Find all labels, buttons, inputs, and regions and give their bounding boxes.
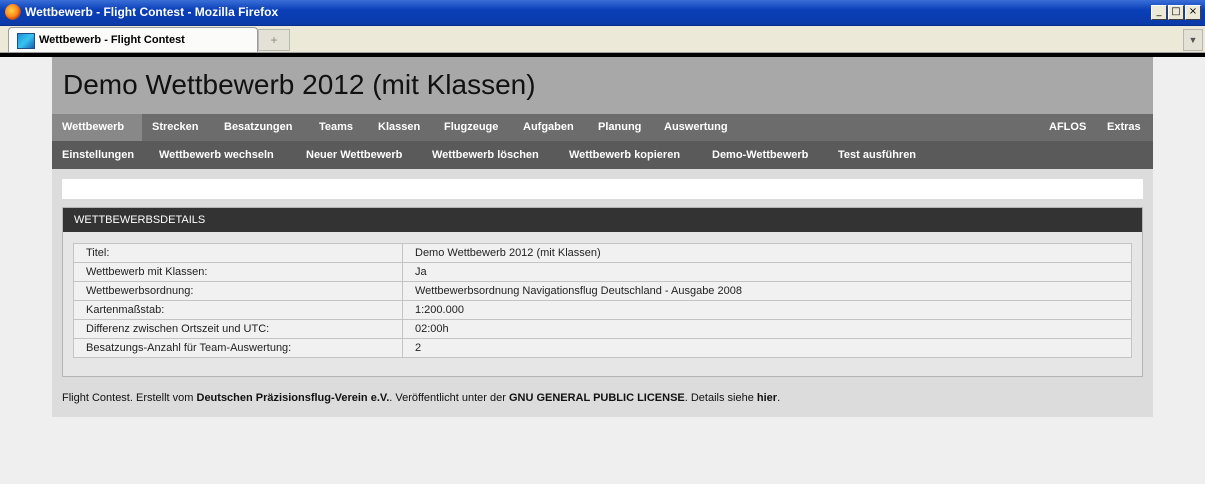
page-title: Demo Wettbewerb 2012 (mit Klassen) — [63, 69, 536, 100]
subnav-wettbewerb-loeschen[interactable]: Wettbewerb löschen — [422, 141, 549, 169]
table-row: Kartenmaßstab: 1:200.000 — [73, 300, 1132, 320]
tab-list-dropdown-icon[interactable]: ▼ — [1183, 29, 1203, 51]
table-row: Differenz zwischen Ortszeit und UTC: 02:… — [73, 319, 1132, 339]
nav-auswertung[interactable]: Auswertung — [654, 114, 738, 141]
detail-key: Differenz zwischen Ortszeit und UTC: — [73, 319, 403, 339]
close-button[interactable]: × — [1185, 5, 1201, 20]
footer-link-details[interactable]: hier — [757, 392, 777, 404]
page-footer: Flight Contest. Erstellt vom Deutschen P… — [62, 392, 780, 404]
nav-aufgaben[interactable]: Aufgaben — [513, 114, 584, 141]
table-row: Wettbewerb mit Klassen: Ja — [73, 262, 1132, 282]
firefox-icon — [5, 4, 21, 20]
window-titlebar: Wettbewerb - Flight Contest - Mozilla Fi… — [0, 0, 1205, 26]
site-favicon-icon — [17, 33, 35, 49]
subnav-wettbewerb-kopieren[interactable]: Wettbewerb kopieren — [559, 141, 690, 169]
browser-tab[interactable]: Wettbewerb - Flight Contest — [8, 27, 258, 52]
detail-key: Wettbewerbsordnung: — [73, 281, 403, 301]
details-panel-header: WETTBEWERBSDETAILS — [63, 208, 1142, 232]
nav-strecken[interactable]: Strecken — [142, 114, 208, 141]
message-bar — [62, 179, 1143, 199]
footer-link-dpv[interactable]: Deutschen Präzisionsflug-Verein e.V. — [197, 392, 390, 404]
subnav-demo-wettbewerb[interactable]: Demo-Wettbewerb — [702, 141, 818, 169]
maximize-button[interactable]: □ — [1168, 5, 1184, 20]
tab-strip: Wettbewerb - Flight Contest + ▼ — [0, 26, 1205, 53]
footer-link-gpl[interactable]: GNU GENERAL PUBLIC LICENSE — [509, 392, 685, 404]
detail-value: 02:00h — [402, 319, 1132, 339]
window-title: Wettbewerb - Flight Contest - Mozilla Fi… — [25, 5, 279, 19]
detail-value: Demo Wettbewerb 2012 (mit Klassen) — [402, 243, 1132, 263]
detail-key: Titel: — [73, 243, 403, 263]
footer-text: . — [777, 392, 781, 404]
details-panel: WETTBEWERBSDETAILS Titel: Demo Wettbewer… — [62, 207, 1143, 377]
browser-tab-label: Wettbewerb - Flight Contest — [39, 34, 185, 46]
detail-value: Wettbewerbsordnung Navigationsflug Deuts… — [402, 281, 1132, 301]
subnav-neuer-wettbewerb[interactable]: Neuer Wettbewerb — [296, 141, 412, 169]
detail-value: 2 — [402, 338, 1132, 358]
nav-besatzungen[interactable]: Besatzungen — [214, 114, 302, 141]
secondary-nav: Einstellungen Wettbewerb wechseln Neuer … — [52, 141, 1153, 169]
nav-flugzeuge[interactable]: Flugzeuge — [434, 114, 508, 141]
nav-aflos[interactable]: AFLOS — [1039, 114, 1096, 141]
new-tab-button[interactable]: + — [258, 29, 290, 51]
table-row: Wettbewerbsordnung: Wettbewerbsordnung N… — [73, 281, 1132, 301]
content-container: Demo Wettbewerb 2012 (mit Klassen) Wettb… — [52, 57, 1153, 417]
primary-nav: Wettbewerb Strecken Besatzungen Teams Kl… — [52, 114, 1153, 141]
detail-value: Ja — [402, 262, 1132, 282]
detail-key: Kartenmaßstab: — [73, 300, 403, 320]
nav-extras[interactable]: Extras — [1097, 114, 1151, 141]
detail-value: 1:200.000 — [402, 300, 1132, 320]
detail-key: Wettbewerb mit Klassen: — [73, 262, 403, 282]
detail-key: Besatzungs-Anzahl für Team-Auswertung: — [73, 338, 403, 358]
nav-planung[interactable]: Planung — [588, 114, 651, 141]
footer-text: Flight Contest. Erstellt vom — [62, 392, 197, 404]
nav-teams[interactable]: Teams — [309, 114, 363, 141]
table-row: Titel: Demo Wettbewerb 2012 (mit Klassen… — [73, 243, 1132, 263]
footer-text: . Details siehe — [684, 392, 757, 404]
page-header: Demo Wettbewerb 2012 (mit Klassen) — [52, 57, 1153, 114]
minimize-button[interactable]: _ — [1151, 5, 1167, 20]
page-viewport: Demo Wettbewerb 2012 (mit Klassen) Wettb… — [0, 53, 1205, 484]
subnav-einstellungen[interactable]: Einstellungen — [52, 141, 144, 169]
footer-text: . Veröffentlicht unter der — [389, 392, 509, 404]
table-row: Besatzungs-Anzahl für Team-Auswertung: 2 — [73, 338, 1132, 358]
details-table: Titel: Demo Wettbewerb 2012 (mit Klassen… — [73, 243, 1132, 358]
subnav-wettbewerb-wechseln[interactable]: Wettbewerb wechseln — [149, 141, 284, 169]
subnav-test-ausfuehren[interactable]: Test ausführen — [828, 141, 926, 169]
nav-wettbewerb[interactable]: Wettbewerb — [52, 114, 142, 141]
nav-klassen[interactable]: Klassen — [368, 114, 430, 141]
